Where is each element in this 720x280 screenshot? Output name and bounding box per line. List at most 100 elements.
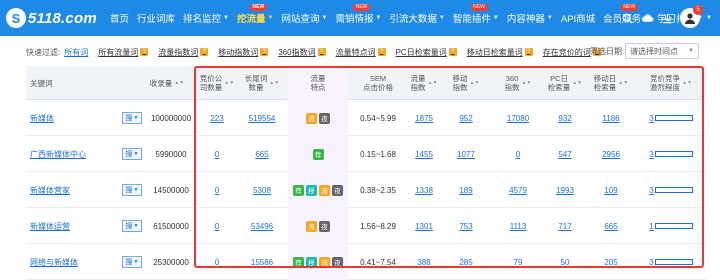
nav-item-label: 行业词库: [137, 14, 176, 25]
baidu-label: 搜: [125, 115, 133, 122]
filter-chip[interactable]: PC日检索量词?: [396, 47, 457, 58]
quick-filter-label: 快速过滤:: [26, 47, 61, 57]
filter-chip-label: 移动指数词: [218, 47, 259, 57]
cloud-icon[interactable]: [640, 11, 654, 25]
chevron-down-icon: ▼: [267, 15, 274, 21]
filter-chip[interactable]: 360指数词?: [278, 47, 326, 58]
filter-chip-label: PC日检索量词: [395, 47, 447, 57]
baidu-label: 搜: [125, 223, 133, 230]
help-icon[interactable]: ?: [377, 48, 386, 56]
notification-badge: 5: [693, 5, 703, 15]
nav-item[interactable]: 行业词库: [137, 11, 175, 25]
filter-chip-label: 所有流量词: [98, 47, 139, 57]
top-navbar: S 5118.com 首页 行业词库 排名监控 ▼ 挖流量 ▼ NEW 网站查询 ▼ 需销情报 ▼ N…: [0, 0, 720, 36]
filter-chip-label: 流量指数词: [158, 47, 199, 57]
nav-item[interactable]: 引流大数据 ▼: [389, 11, 444, 25]
chevron-down-icon: ▼: [133, 259, 139, 265]
nav-item[interactable]: 挖流量 ▼ NEW: [237, 4, 274, 25]
nav-item[interactable]: 需销情报 ▼ NEW: [335, 4, 382, 25]
filter-chip[interactable]: 所有流量词?: [98, 47, 149, 58]
help-icon[interactable]: ?: [200, 48, 209, 56]
nav-item[interactable]: 网站查询 ▼: [281, 11, 327, 25]
nav-item-label: 挖流量: [237, 14, 266, 25]
keyword-link[interactable]: 新媒体运营: [30, 221, 70, 232]
keyword-link[interactable]: 广西新媒体中心: [30, 149, 86, 160]
filter-chip-label: 所有词: [64, 47, 89, 57]
nav-item-label: 需销情报: [335, 14, 374, 25]
help-icon[interactable]: ?: [140, 48, 149, 56]
logo-text: 5118.com: [28, 9, 97, 27]
nav-item[interactable]: 内容神器 ▼: [507, 11, 553, 25]
help-icon[interactable]: ?: [448, 48, 457, 56]
chevron-down-icon: ▼: [133, 223, 139, 229]
chevron-down-icon: ▼: [133, 151, 139, 157]
keyword-link[interactable]: 网络与新媒体: [30, 257, 78, 268]
baidu-search-button[interactable]: 搜 ▼: [122, 220, 142, 232]
quick-filter-bar: 快速过滤: 所有词 所有流量词? 流量指数词? 移动指数词? 360指数词? 流量特点词?…: [0, 40, 720, 64]
baidu-search-button[interactable]: 搜 ▼: [122, 112, 142, 124]
help-icon[interactable]: ?: [260, 48, 269, 56]
chevron-down-icon: ▼: [133, 115, 139, 121]
nav-item[interactable]: 首页: [110, 11, 129, 25]
filter-chip[interactable]: 所有词: [64, 47, 88, 58]
nav-item-label: 排名监控: [183, 14, 222, 25]
baidu-search-button[interactable]: 搜 ▼: [122, 184, 142, 196]
keyword-link[interactable]: 新媒体: [30, 113, 54, 124]
search-icon[interactable]: [620, 11, 634, 25]
nav-item-label: 内容神器: [506, 14, 545, 25]
new-badge: NEW: [250, 4, 267, 11]
chevron-down-icon[interactable]: ▼: [702, 11, 716, 25]
new-badge: NEW: [353, 4, 370, 11]
nav-item-label: 网站查询: [281, 14, 320, 25]
nav-item-label: 引流大数据: [389, 14, 437, 25]
nav-item[interactable]: 排名监控 ▼: [183, 11, 229, 25]
baidu-label: 搜: [125, 151, 133, 158]
chevron-down-icon: ▼: [133, 187, 139, 193]
collect-value: 14500000: [153, 185, 189, 195]
date-select[interactable]: 请选择时间点 ▼: [625, 43, 699, 59]
nav-item-label: 首页: [110, 14, 130, 25]
new-badge: NEW: [471, 4, 487, 11]
baidu-label: 搜: [125, 187, 133, 194]
chevron-down-icon: ▼: [546, 15, 553, 21]
filter-chip-label: 流量特点词: [335, 47, 376, 57]
chevron-down-icon: ▼: [688, 48, 694, 54]
nav-item[interactable]: 智能插件 ▼ NEW: [452, 4, 499, 25]
header-tools: 5 ▼: [614, 0, 716, 36]
date-select-value: 请选择时间点: [630, 46, 678, 56]
highlight-box: [194, 66, 704, 268]
baidu-label: 搜: [125, 259, 133, 266]
site-logo[interactable]: S 5118.com: [6, 6, 97, 30]
col-collect[interactable]: 收录量 ▲▼: [136, 66, 198, 100]
help-icon[interactable]: ?: [317, 48, 326, 56]
baidu-search-button[interactable]: 搜 ▼: [122, 148, 142, 160]
filter-chip[interactable]: 移动日检索量词?: [467, 47, 533, 58]
chevron-down-icon: ▼: [223, 15, 229, 21]
download-icon[interactable]: [660, 11, 674, 25]
nav-item-label: 智能插件: [452, 14, 491, 25]
nav-item-label: API商城: [560, 14, 596, 25]
filter-chip[interactable]: 流量特点词?: [336, 47, 386, 58]
sort-icon: ▲▼: [174, 79, 185, 86]
help-icon[interactable]: ?: [524, 48, 533, 56]
chevron-down-icon: ▼: [375, 15, 382, 21]
chevron-down-icon: ▼: [492, 15, 499, 21]
collect-value: 5990000: [155, 149, 187, 159]
collect-value: 25300000: [153, 257, 189, 267]
chevron-down-icon: ▼: [321, 15, 328, 21]
filter-chip[interactable]: 移动指数词?: [218, 47, 269, 58]
baidu-search-button[interactable]: 搜 ▼: [122, 256, 142, 268]
col-keyword: 关键词: [30, 78, 53, 88]
filter-chip-label: 360指数词: [278, 47, 316, 57]
keyword-link[interactable]: 新媒体营家: [30, 185, 70, 196]
nav-item[interactable]: API商城: [561, 11, 595, 25]
filter-chip-label: 存在竞价的词: [542, 47, 591, 57]
logo-mark: S: [6, 8, 26, 28]
filter-chip-label: 移动日检索量词: [466, 47, 523, 57]
filter-chip[interactable]: 流量指数词?: [158, 47, 209, 58]
date-filter-label: 筛选日期:: [590, 47, 625, 56]
collect-value: 100000000: [150, 113, 192, 123]
collect-value: 61500000: [153, 221, 189, 231]
chevron-down-icon: ▼: [438, 15, 445, 21]
user-avatar[interactable]: 5: [680, 5, 703, 28]
